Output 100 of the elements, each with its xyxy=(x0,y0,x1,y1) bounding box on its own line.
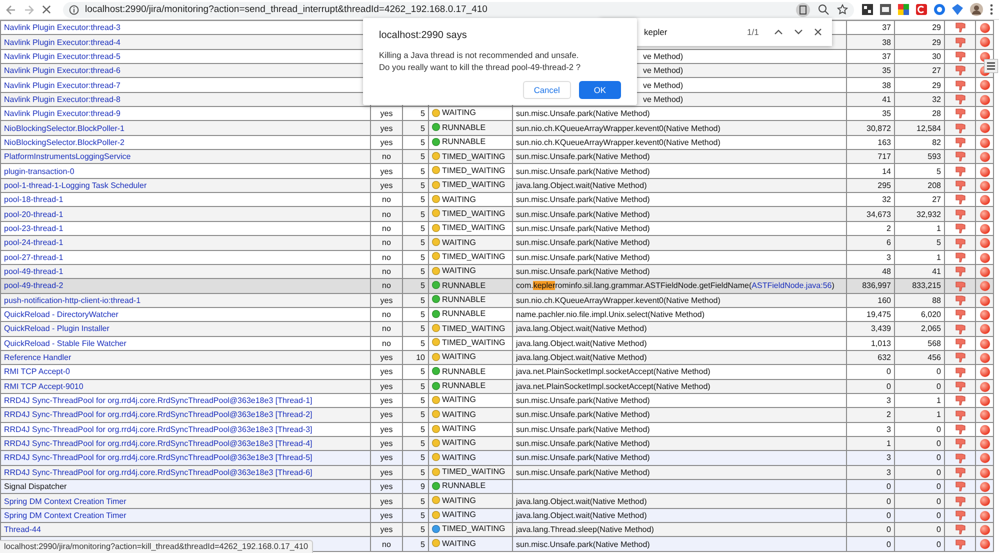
method-cell: sun.nio.ch.KQueueArrayWrapper.kevent0(Native Method) xyxy=(516,124,720,133)
hand-icon[interactable] xyxy=(954,496,966,507)
hand-icon[interactable] xyxy=(954,252,966,263)
extension-icon[interactable] xyxy=(862,4,873,15)
method-cell: java.net.PlainSocketImpl.socketAccept(Native Method) xyxy=(516,382,710,391)
daemon-cell: yes xyxy=(380,180,393,190)
star-icon[interactable] xyxy=(837,4,848,15)
user-time-cell: 0 xyxy=(936,382,941,391)
daemon-cell: yes xyxy=(380,353,393,362)
hand-icon[interactable] xyxy=(954,36,966,48)
thread-name-link[interactable]: QuickReload - DirectoryWatcher xyxy=(4,310,118,320)
thread-name-link[interactable]: pool-49-thread-1 xyxy=(4,267,64,276)
thread-name-link[interactable]: RMI TCP Accept-0 xyxy=(4,367,70,376)
hand-icon[interactable] xyxy=(954,338,966,349)
hand-icon[interactable] xyxy=(954,424,966,435)
stop-icon[interactable] xyxy=(42,5,51,14)
hand-icon[interactable] xyxy=(954,294,966,306)
cpu-time-cell: 3 xyxy=(886,424,891,434)
cpu-time-cell: 3 xyxy=(886,468,891,477)
hand-icon[interactable] xyxy=(954,223,966,234)
thread-name-link[interactable]: pool-24-thread-1 xyxy=(4,238,64,248)
user-time-cell: 6,020 xyxy=(920,310,941,320)
hand-icon[interactable] xyxy=(954,266,966,278)
hand-icon[interactable] xyxy=(954,467,966,478)
priority-cell: 5 xyxy=(420,124,425,133)
priority-cell: 5 xyxy=(420,267,425,276)
hand-icon[interactable] xyxy=(954,137,966,148)
state-cell: TIMED_WAITING xyxy=(442,251,506,262)
previous-match-icon[interactable] xyxy=(774,29,783,35)
hand-icon[interactable] xyxy=(954,380,966,392)
hand-icon[interactable] xyxy=(954,324,966,335)
hand-icon[interactable] xyxy=(954,180,966,192)
user-time-cell: 568 xyxy=(928,338,941,348)
hand-icon[interactable] xyxy=(954,238,966,249)
hand-icon[interactable] xyxy=(954,122,966,134)
method-cell: sun.misc.Unsafe.park(Native Method) xyxy=(516,468,650,477)
cpu-time-cell: 37 xyxy=(882,23,891,32)
hand-icon[interactable] xyxy=(954,166,966,177)
daemon-cell: no xyxy=(382,324,391,334)
thread-name-link[interactable]: pool-20-thread-1 xyxy=(4,210,64,219)
user-time-cell: 0 xyxy=(936,482,941,492)
user-time-cell: 1 xyxy=(936,410,941,420)
cancel-button[interactable]: Cancel xyxy=(522,81,571,99)
address-bar[interactable]: localhost:2990/jira/monitoring?action=send_thread_interrupt&threadId=4262_192.168.0.17_410 xyxy=(63,2,854,18)
priority-cell: 5 xyxy=(420,382,425,391)
thread-name-link[interactable]: pool-23-thread-1 xyxy=(4,224,64,233)
user-time-cell: 29 xyxy=(932,38,941,47)
hand-icon[interactable] xyxy=(954,438,966,450)
hand-icon[interactable] xyxy=(954,94,966,106)
hand-icon[interactable] xyxy=(954,280,966,292)
close-icon[interactable] xyxy=(814,28,822,36)
hand-icon[interactable] xyxy=(954,524,966,536)
thread-name-link[interactable]: RMI TCP Accept-9010 xyxy=(4,382,84,391)
thread-name-link[interactable]: pool-49-thread-2 xyxy=(4,281,64,290)
thread-name-link[interactable]: pool-27-thread-1 xyxy=(4,252,64,262)
hand-icon[interactable] xyxy=(954,481,966,492)
hand-icon[interactable] xyxy=(954,108,966,120)
menu-icon[interactable] xyxy=(990,4,993,15)
hand-icon[interactable] xyxy=(954,51,966,62)
menu-icon[interactable] xyxy=(984,59,998,73)
cpu-time-cell: 836,997 xyxy=(862,281,891,290)
hand-icon[interactable] xyxy=(954,194,966,206)
hand-icon[interactable] xyxy=(954,452,966,464)
hand-icon[interactable] xyxy=(954,22,966,34)
hand-icon[interactable] xyxy=(954,352,966,364)
hand-icon[interactable] xyxy=(954,65,966,76)
find-field[interactable]: kepler xyxy=(644,27,736,37)
back-icon[interactable] xyxy=(6,4,16,14)
cpu-time-cell: 41 xyxy=(882,94,891,104)
user-time-cell: 27 xyxy=(932,195,941,204)
priority-cell: 5 xyxy=(420,540,425,549)
zoom-icon[interactable] xyxy=(818,4,829,15)
hand-icon[interactable] xyxy=(954,80,966,91)
hand-icon[interactable] xyxy=(954,410,966,421)
priority-cell: 9 xyxy=(420,482,425,492)
priority-cell: 5 xyxy=(420,138,425,147)
next-match-icon[interactable] xyxy=(794,29,803,35)
thread-name-link[interactable]: plugin-transaction-0 xyxy=(4,166,74,176)
thread-name-link[interactable]: QuickReload - Plugin Installer xyxy=(4,324,110,334)
avatar-icon[interactable] xyxy=(970,3,983,16)
hand-icon[interactable] xyxy=(954,151,966,162)
hand-icon[interactable] xyxy=(954,309,966,320)
hand-icon[interactable] xyxy=(954,395,966,406)
priority-cell: 5 xyxy=(420,281,425,290)
user-time-cell: 1 xyxy=(936,224,941,233)
user-time-cell: 593 xyxy=(928,152,941,162)
hand-icon[interactable] xyxy=(954,538,966,550)
cpu-time-cell: 3 xyxy=(886,252,891,262)
page-icon[interactable] xyxy=(796,2,810,16)
daemon-cell: yes xyxy=(380,410,393,420)
hand-icon[interactable] xyxy=(954,510,966,522)
thread-name-link[interactable]: Thread-44 xyxy=(4,525,41,534)
hand-icon[interactable] xyxy=(954,208,966,220)
thread-name-link[interactable]: Reference Handler xyxy=(4,353,72,362)
info-icon[interactable] xyxy=(69,4,79,14)
hand-icon[interactable] xyxy=(954,366,966,378)
ok-button[interactable]: OK xyxy=(578,81,621,99)
daemon-cell: yes xyxy=(380,382,393,391)
thread-name-link[interactable]: pool-18-thread-1 xyxy=(4,195,64,204)
extension-icon[interactable] xyxy=(880,4,891,15)
